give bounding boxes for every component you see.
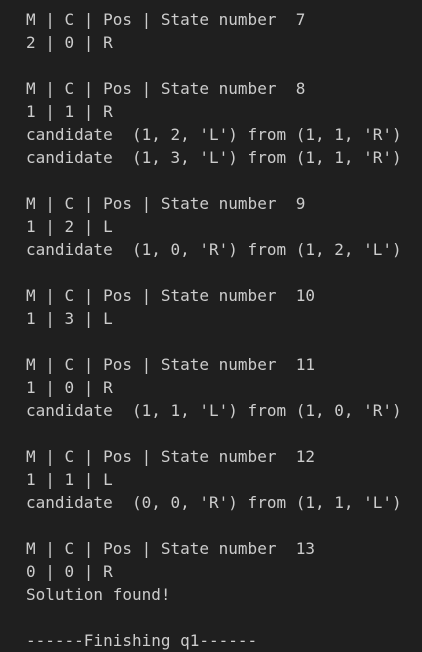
state-values-line: 1 | 3 | L bbox=[26, 309, 113, 328]
state-values-line: 1 | 0 | R bbox=[26, 378, 113, 397]
candidate-line: candidate (1, 1, 'L') from (1, 0, 'R') bbox=[26, 401, 402, 420]
header-line-state-11: M | C | Pos | State number 11 bbox=[26, 355, 315, 374]
state-values-line: 1 | 2 | L bbox=[26, 217, 113, 236]
candidate-line: candidate (1, 3, 'L') from (1, 1, 'R') bbox=[26, 148, 402, 167]
header-line-state-9: M | C | Pos | State number 9 bbox=[26, 194, 306, 213]
state-values-line: 2 | 0 | R bbox=[26, 33, 113, 52]
header-line-state-8: M | C | Pos | State number 8 bbox=[26, 79, 306, 98]
candidate-line: candidate (1, 2, 'L') from (1, 1, 'R') bbox=[26, 125, 402, 144]
finishing-line: ------Finishing q1------ bbox=[26, 631, 258, 650]
candidate-line: candidate (0, 0, 'R') from (1, 1, 'L') bbox=[26, 493, 402, 512]
state-values-line: 0 | 0 | R bbox=[26, 562, 113, 581]
candidate-line: candidate (1, 0, 'R') from (1, 2, 'L') bbox=[26, 240, 402, 259]
state-values-line: 1 | 1 | R bbox=[26, 102, 113, 121]
header-line-state-13: M | C | Pos | State number 13 bbox=[26, 539, 315, 558]
header-line-state-12: M | C | Pos | State number 12 bbox=[26, 447, 315, 466]
header-line-state-7: M | C | Pos | State number 7 bbox=[26, 10, 306, 29]
state-values-line: 1 | 1 | L bbox=[26, 470, 113, 489]
header-line-state-10: M | C | Pos | State number 10 bbox=[26, 286, 315, 305]
terminal-output[interactable]: M | C | Pos | State number 7 2 | 0 | R M… bbox=[0, 0, 422, 652]
solution-found-line: Solution found! bbox=[26, 585, 171, 604]
